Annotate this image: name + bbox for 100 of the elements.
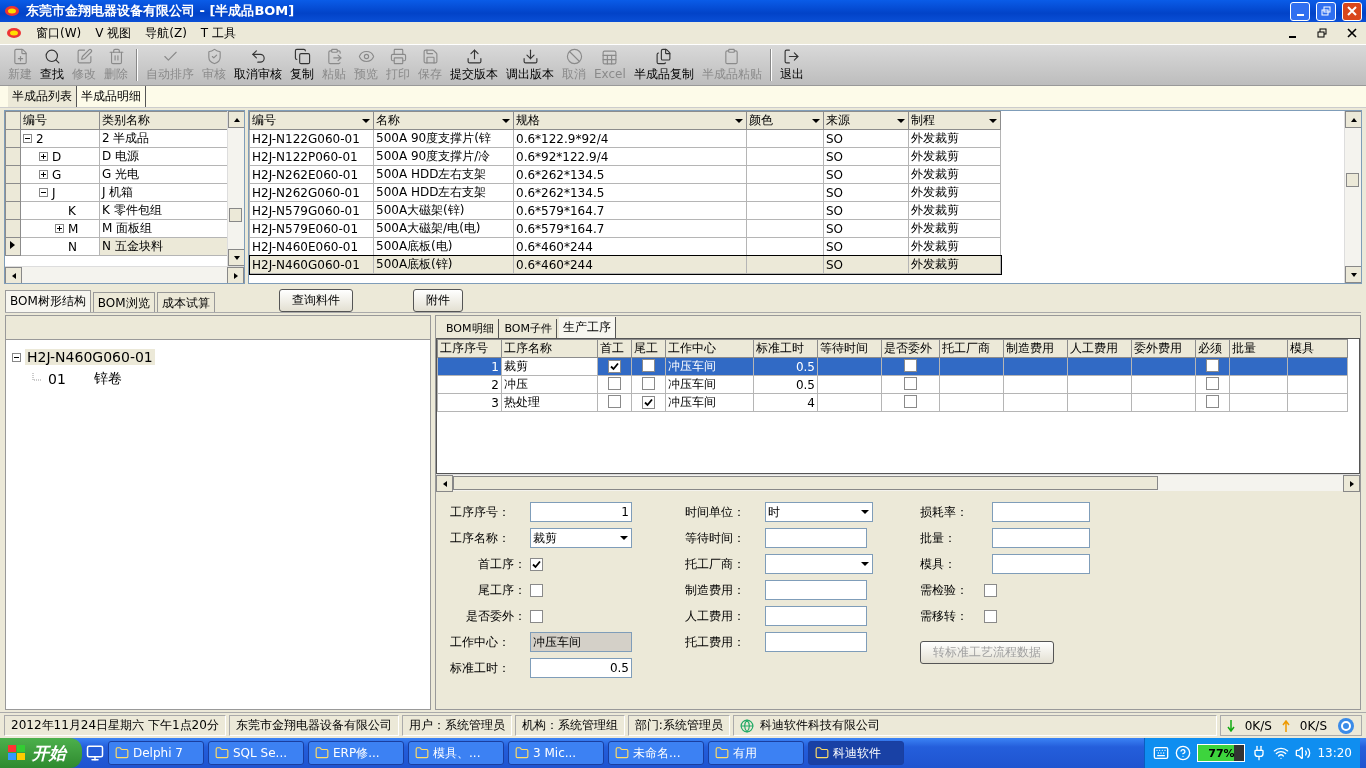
column-header[interactable]: 来源 (823, 111, 909, 130)
taskbar-button[interactable]: Delphi 7 (108, 741, 204, 765)
checkbox[interactable] (984, 609, 997, 623)
column-header[interactable]: 批量 (1229, 339, 1288, 358)
column-header[interactable]: 尾工 (631, 339, 666, 358)
toolbar-button[interactable]: 查找 (36, 47, 68, 83)
collapse-icon[interactable] (23, 134, 32, 143)
checkbox[interactable] (608, 394, 621, 408)
restore-button[interactable] (1314, 26, 1330, 40)
checkbox[interactable] (608, 359, 621, 373)
tree-item[interactable]: H2J-N460G060-01 (25, 349, 155, 365)
checkbox[interactable] (530, 557, 543, 571)
scroll-down-button[interactable] (1345, 266, 1361, 283)
taskbar-button[interactable]: 科迪软件 (808, 741, 904, 765)
tree-cell[interactable]: G (20, 165, 100, 184)
expand-icon[interactable] (55, 224, 64, 233)
input-field[interactable] (765, 528, 867, 548)
column-header[interactable]: 颜色 (746, 111, 824, 130)
expand-icon[interactable] (39, 152, 48, 161)
column-header[interactable]: 模具 (1287, 339, 1348, 358)
column-header[interactable]: 托工厂商 (939, 339, 1004, 358)
tree-cell[interactable]: 2 (20, 129, 100, 148)
collapse-icon[interactable] (39, 188, 48, 197)
close-button[interactable] (1344, 26, 1360, 40)
checkbox[interactable] (904, 376, 917, 390)
tab[interactable]: BOM树形结构 (5, 290, 91, 312)
taskbar-button[interactable]: 有用 (708, 741, 804, 765)
column-header[interactable]: 编号 (249, 111, 374, 130)
checkbox[interactable] (984, 583, 997, 597)
column-header[interactable]: 是否委外 (881, 339, 940, 358)
scroll-thumb[interactable] (453, 476, 1158, 490)
column-header[interactable]: 工序序号 (437, 339, 502, 358)
column-header[interactable]: 规格 (513, 111, 747, 130)
restore-button[interactable] (1316, 1, 1336, 21)
column-header[interactable]: 制造费用 (1003, 339, 1068, 358)
attachment-button[interactable]: 附件 (412, 288, 463, 312)
volume-icon[interactable] (1295, 745, 1312, 761)
scroll-up-button[interactable] (1345, 111, 1361, 128)
toolbar-button[interactable]: 半成品复制 (629, 47, 698, 83)
checkbox[interactable] (904, 358, 917, 372)
scrollbar[interactable] (5, 266, 244, 283)
column-header[interactable]: 委外费用 (1131, 339, 1196, 358)
checkbox[interactable] (608, 376, 621, 390)
scroll-down-button[interactable] (228, 249, 244, 266)
column-header[interactable]: 首工 (597, 339, 632, 358)
checkbox[interactable] (530, 583, 543, 597)
checkbox[interactable] (642, 376, 655, 390)
input-field[interactable] (992, 502, 1090, 522)
scroll-thumb[interactable] (1346, 173, 1359, 187)
taskbar-button[interactable]: SQL Se... (208, 741, 304, 765)
column-header[interactable]: 制程 (908, 111, 1001, 130)
input-field[interactable] (765, 606, 867, 626)
input-field[interactable]: 0.5 (530, 658, 632, 678)
column-header[interactable]: 人工费用 (1067, 339, 1132, 358)
menu-item[interactable]: T 工具 (200, 24, 236, 42)
tab[interactable]: 半成品明细 (77, 86, 146, 107)
tree-cell[interactable]: J (20, 183, 100, 202)
toolbar-button[interactable]: 取消审核 (230, 47, 286, 83)
column-header[interactable]: 类别名称 (99, 111, 227, 130)
taskbar-button[interactable]: 未命名... (608, 741, 704, 765)
menu-item[interactable]: V 视图 (95, 24, 132, 42)
scroll-right-button[interactable] (227, 267, 244, 283)
column-header[interactable]: 工作中心 (665, 339, 754, 358)
taskbar-button[interactable]: ERP修... (308, 741, 404, 765)
scroll-right-button[interactable] (1343, 475, 1360, 492)
taskbar-button[interactable]: 3 Mic... (508, 741, 604, 765)
tree-cell[interactable]: D (20, 147, 100, 166)
expand-icon[interactable] (39, 170, 48, 179)
collapse-icon[interactable] (12, 352, 21, 362)
scroll-thumb[interactable] (229, 208, 242, 222)
tree-item[interactable]: 锌卷 (91, 370, 124, 388)
tree-cell[interactable]: M (20, 219, 100, 238)
input-field[interactable] (992, 554, 1090, 574)
column-header[interactable]: 标准工时 (753, 339, 818, 358)
scrollbar[interactable] (1344, 111, 1361, 283)
column-header[interactable]: 工序名称 (501, 339, 598, 358)
scroll-left-button[interactable] (5, 267, 22, 283)
scrollbar[interactable] (227, 111, 244, 266)
menu-item[interactable]: 窗口(W) (36, 24, 82, 42)
toolbar-button[interactable]: 调出版本 (502, 47, 558, 83)
query-button[interactable]: 查询料件 (278, 288, 353, 312)
taskbar-button[interactable]: 模具、... (408, 741, 504, 765)
dropdown-arrow-icon[interactable] (619, 533, 629, 543)
checkbox[interactable] (1206, 376, 1219, 390)
help-icon[interactable] (1175, 745, 1192, 761)
scroll-up-button[interactable] (228, 111, 244, 128)
keyboard-icon[interactable] (1153, 745, 1170, 761)
scrollbar[interactable] (436, 474, 1360, 491)
input-field[interactable] (765, 632, 867, 652)
tree-item-code[interactable]: 01 (46, 371, 68, 387)
tab[interactable]: BOM浏览 (92, 292, 155, 312)
toolbar-button[interactable]: 提交版本 (446, 47, 502, 83)
dropdown-arrow-icon[interactable] (860, 559, 870, 569)
network-icon[interactable] (1273, 745, 1290, 761)
column-header[interactable]: 必须 (1195, 339, 1230, 358)
input-field[interactable] (765, 580, 867, 600)
tab[interactable]: 半成品列表 (8, 86, 77, 107)
dropdown-field[interactable]: 时 (765, 502, 873, 522)
column-header[interactable]: 编号 (20, 111, 100, 130)
toolbar-button[interactable]: 复制 (286, 47, 318, 83)
